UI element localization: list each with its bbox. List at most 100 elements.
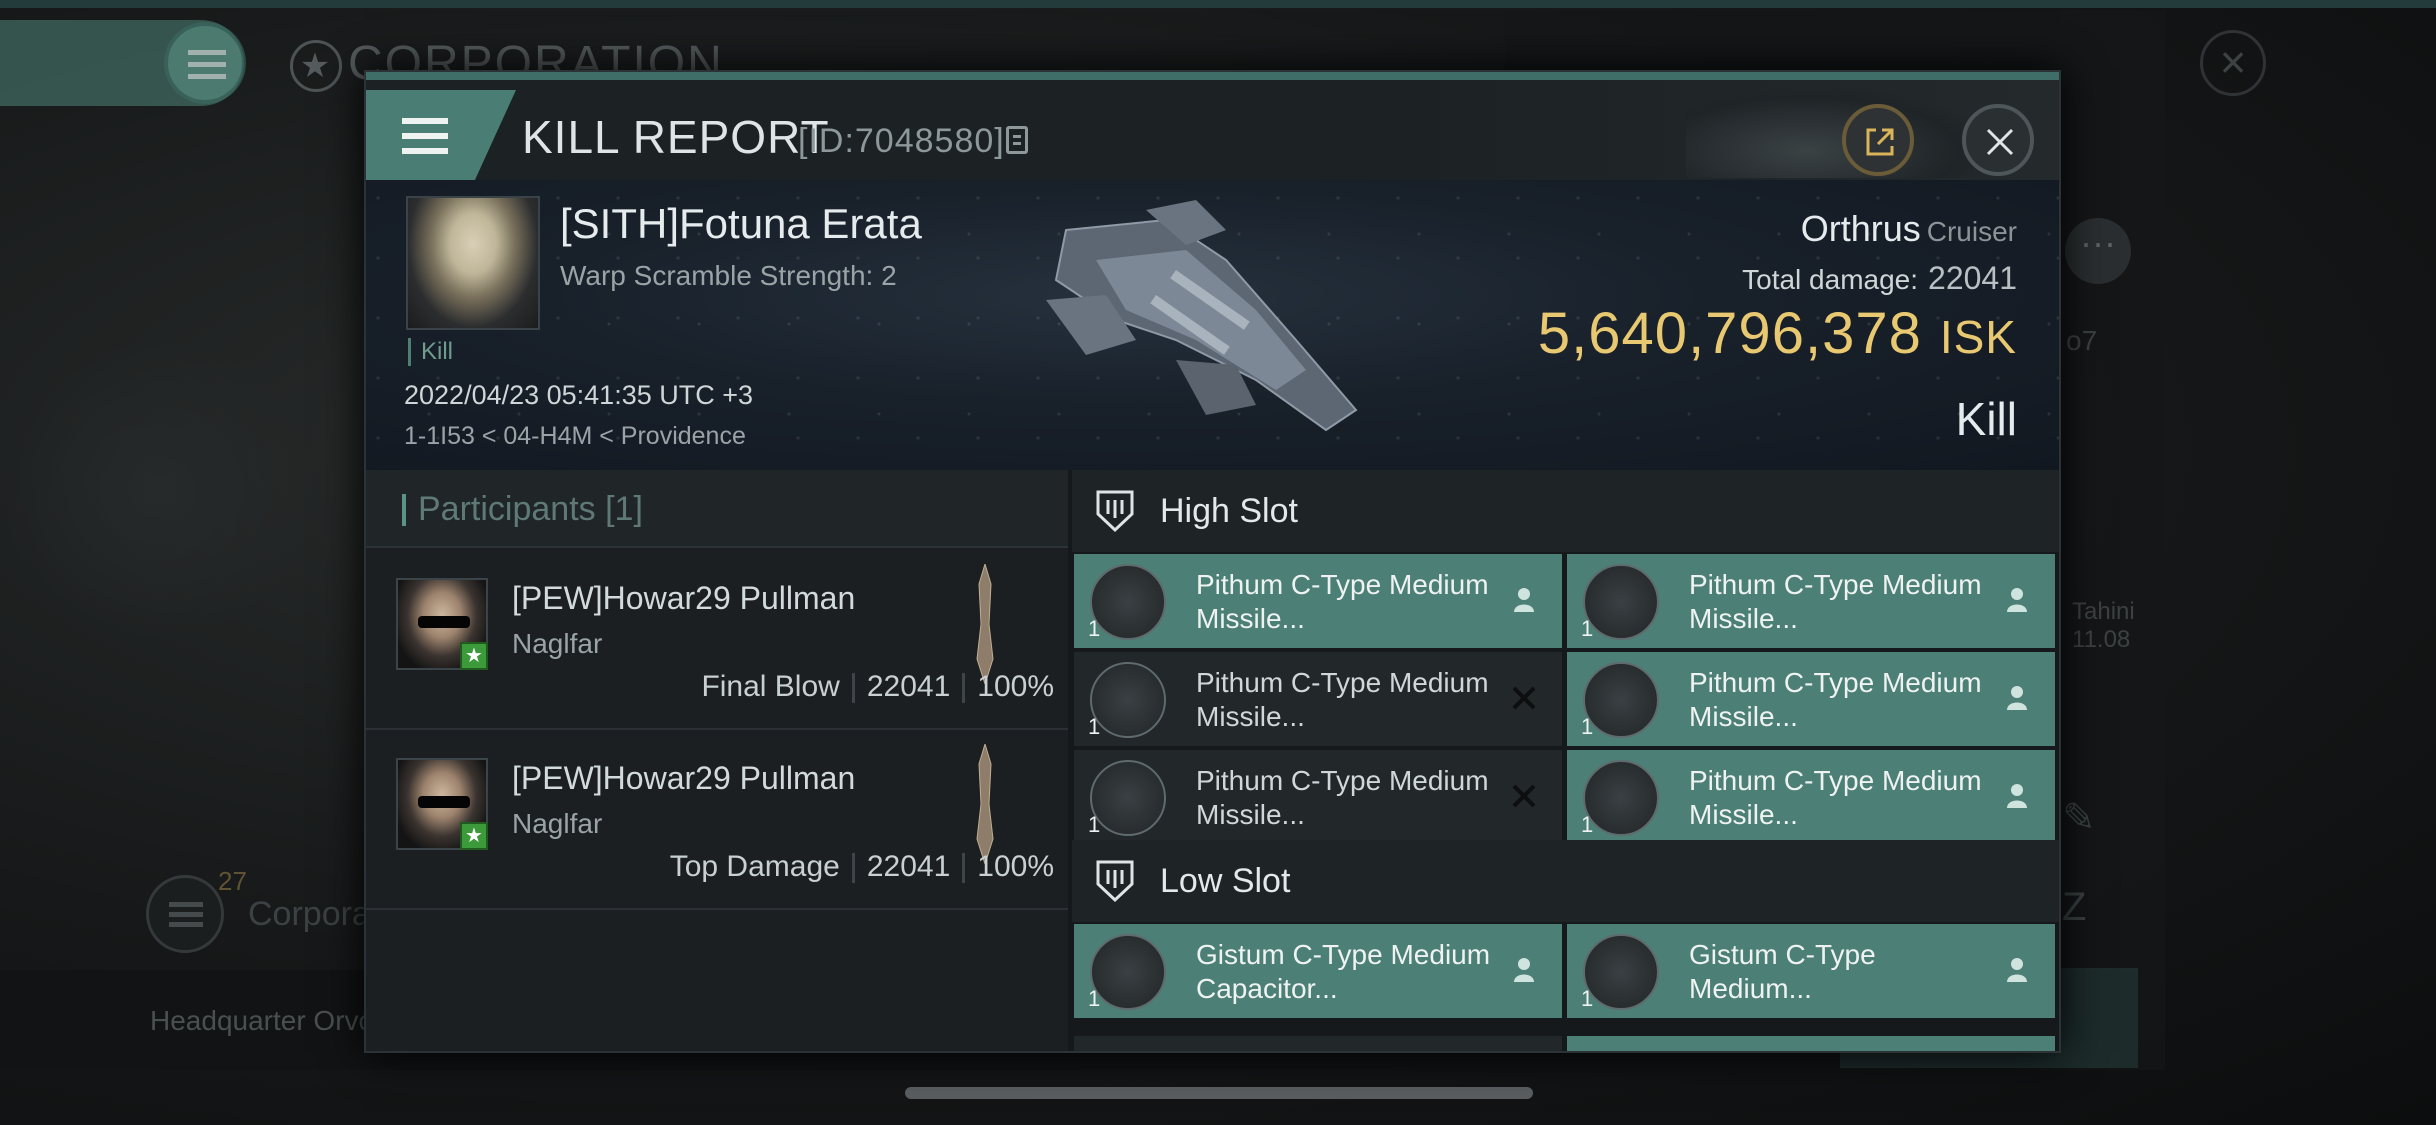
avatar-detail xyxy=(418,796,470,808)
module-item[interactable]: 1 Pithum C-Type Medium Missile... xyxy=(1567,750,2055,844)
module-name: Gistum C-Type Medium... xyxy=(1689,939,1876,1004)
module-quantity: 1 xyxy=(1088,986,1101,1011)
victim-ship[interactable]: Orthrus Cruiser xyxy=(1801,208,2017,250)
missile-launcher-icon xyxy=(1583,564,1659,640)
settings-icon[interactable]: Z xyxy=(2062,885,2108,931)
copy-icon[interactable] xyxy=(1006,126,1028,154)
participants-panel: Participants [1] ★ [PEW]Howar29 Pullman … xyxy=(366,470,1068,1051)
participant-ship: Naglfar xyxy=(512,628,603,659)
missile-launcher-icon xyxy=(1090,564,1166,640)
module-name: Gistum C-Type Medium Capacitor... xyxy=(1196,939,1491,1004)
avatar[interactable]: ★ xyxy=(396,758,488,850)
missile-launcher-icon xyxy=(1090,760,1166,836)
share-button[interactable] xyxy=(1842,104,1914,176)
menu-icon xyxy=(402,118,448,154)
header-accent xyxy=(402,494,406,526)
star-icon: ★ xyxy=(290,40,342,93)
star-icon: ★ xyxy=(460,822,488,850)
module-item[interactable]: 1 Gistum C-Type Medium... xyxy=(1567,924,2055,1018)
module-name: Pithum C-Type Medium Missile... xyxy=(1196,667,1489,732)
participant-row[interactable]: ★ [PEW]Howar29 Pullman Naglfar Top Damag… xyxy=(366,730,1068,910)
module-item[interactable]: 1 Pithum C-Type Medium Missile... xyxy=(1567,554,2055,648)
person-icon xyxy=(2007,588,2027,612)
headquarter-label: Headquarter Orvc xyxy=(150,1005,373,1036)
member-count: 27 xyxy=(218,866,247,896)
isk-value: 5,640,796,378 ISK xyxy=(1538,300,2017,367)
module-name: Pithum C-Type Medium Missile... xyxy=(1689,667,1982,732)
background-close-icon[interactable]: × xyxy=(2200,30,2266,96)
shield-icon xyxy=(1096,490,1134,533)
participant-name: [PEW]Howar29 Pullman xyxy=(512,760,856,796)
divider xyxy=(962,673,966,704)
menu-button[interactable] xyxy=(366,90,516,182)
kill-tag: Kill xyxy=(408,338,453,366)
module-item-partial[interactable] xyxy=(1074,1036,1562,1051)
module-name: Pithum C-Type Medium Missile... xyxy=(1689,765,1982,830)
participant-ship: Naglfar xyxy=(512,808,603,839)
high-slot-label: High Slot xyxy=(1160,492,1298,530)
modal-title: KILL REPORT xyxy=(522,111,830,163)
participant-role: Final Blow xyxy=(701,670,840,703)
person-icon xyxy=(1514,588,1534,612)
participant-stats: Top Damage 22041 100% xyxy=(670,850,1054,884)
close-icon xyxy=(1986,128,2014,156)
share-icon xyxy=(1866,128,1894,156)
close-button[interactable] xyxy=(1962,104,2034,176)
more-icon[interactable]: ··· xyxy=(2065,218,2131,284)
modal-header: KILL REPORT [ID:7048580] xyxy=(366,80,2059,182)
module-item[interactable]: 1 Pithum C-Type Medium Missile... xyxy=(1074,652,1562,746)
module-item[interactable]: 1 Gistum C-Type Medium Capacitor... xyxy=(1074,924,1562,1018)
module-name: Pithum C-Type Medium Missile... xyxy=(1196,569,1489,634)
background-top-line xyxy=(0,0,2436,8)
menu-icon xyxy=(169,902,203,928)
participant-stats: Final Blow 22041 100% xyxy=(701,670,1054,704)
report-id: [ID:7048580] xyxy=(798,122,1005,160)
participant-row[interactable]: ★ [PEW]Howar29 Pullman Naglfar Final Blo… xyxy=(366,550,1068,730)
capacitor-icon xyxy=(1090,934,1166,1010)
high-slot-header: High Slot xyxy=(1072,470,2059,552)
module-name: Pithum C-Type Medium Missile... xyxy=(1196,765,1489,830)
victim-subtitle: Warp Scramble Strength: 2 xyxy=(560,260,897,291)
menu-icon xyxy=(188,50,226,80)
participant-role: Top Damage xyxy=(669,850,840,883)
corp-label: Corpora xyxy=(248,895,371,933)
x-icon xyxy=(1512,784,1536,808)
person-icon xyxy=(1514,958,1534,982)
home-indicator[interactable] xyxy=(905,1087,1533,1099)
victim-portrait[interactable] xyxy=(406,196,540,330)
avatar[interactable]: ★ xyxy=(396,578,488,670)
module-quantity: 1 xyxy=(1581,616,1594,641)
total-damage-value: 22041 xyxy=(1928,260,2017,296)
person-icon xyxy=(2007,958,2027,982)
module-item[interactable]: 1 Pithum C-Type Medium Missile... xyxy=(1074,750,1562,844)
background-text: o7 xyxy=(2066,325,2098,356)
isk-amount: 5,640,796,378 xyxy=(1537,301,1922,366)
kill-location[interactable]: 1-1I53 < 04-H4M < Providence xyxy=(404,422,746,451)
shield-icon xyxy=(1096,860,1134,903)
background-corp-button[interactable] xyxy=(146,875,224,953)
star-icon: ★ xyxy=(460,642,488,670)
background-menu-button[interactable] xyxy=(164,22,246,104)
background-text: 11.08 xyxy=(2072,626,2131,653)
participant-ship-image xyxy=(976,564,994,684)
victim-banner: [SITH]Fotuna Erata Warp Scramble Strengt… xyxy=(366,180,2059,470)
report-type: Kill xyxy=(1955,393,2017,445)
module-quantity: 1 xyxy=(1581,986,1594,1011)
module-item[interactable]: 1 Pithum C-Type Medium Missile... xyxy=(1074,554,1562,648)
module-quantity: 1 xyxy=(1581,714,1594,739)
ship-name: Orthrus xyxy=(1800,208,1921,249)
victim-ship-image[interactable] xyxy=(1026,190,1386,450)
participant-damage: 22041 xyxy=(866,850,951,883)
capacitor-icon xyxy=(1583,934,1659,1010)
participant-name: [PEW]Howar29 Pullman xyxy=(512,580,856,616)
edit-icon[interactable]: ✎ xyxy=(2062,795,2108,841)
x-icon xyxy=(1512,686,1536,710)
total-damage-label: Total damage: xyxy=(1742,264,1919,295)
divider xyxy=(962,853,966,884)
total-damage: Total damage: 22041 xyxy=(1742,260,2017,297)
participant-ship-image xyxy=(976,744,994,864)
module-item-partial[interactable] xyxy=(1567,1036,2055,1051)
person-icon xyxy=(2007,686,2027,710)
victim-name[interactable]: [SITH]Fotuna Erata xyxy=(560,200,922,248)
module-item[interactable]: 1 Pithum C-Type Medium Missile... xyxy=(1567,652,2055,746)
